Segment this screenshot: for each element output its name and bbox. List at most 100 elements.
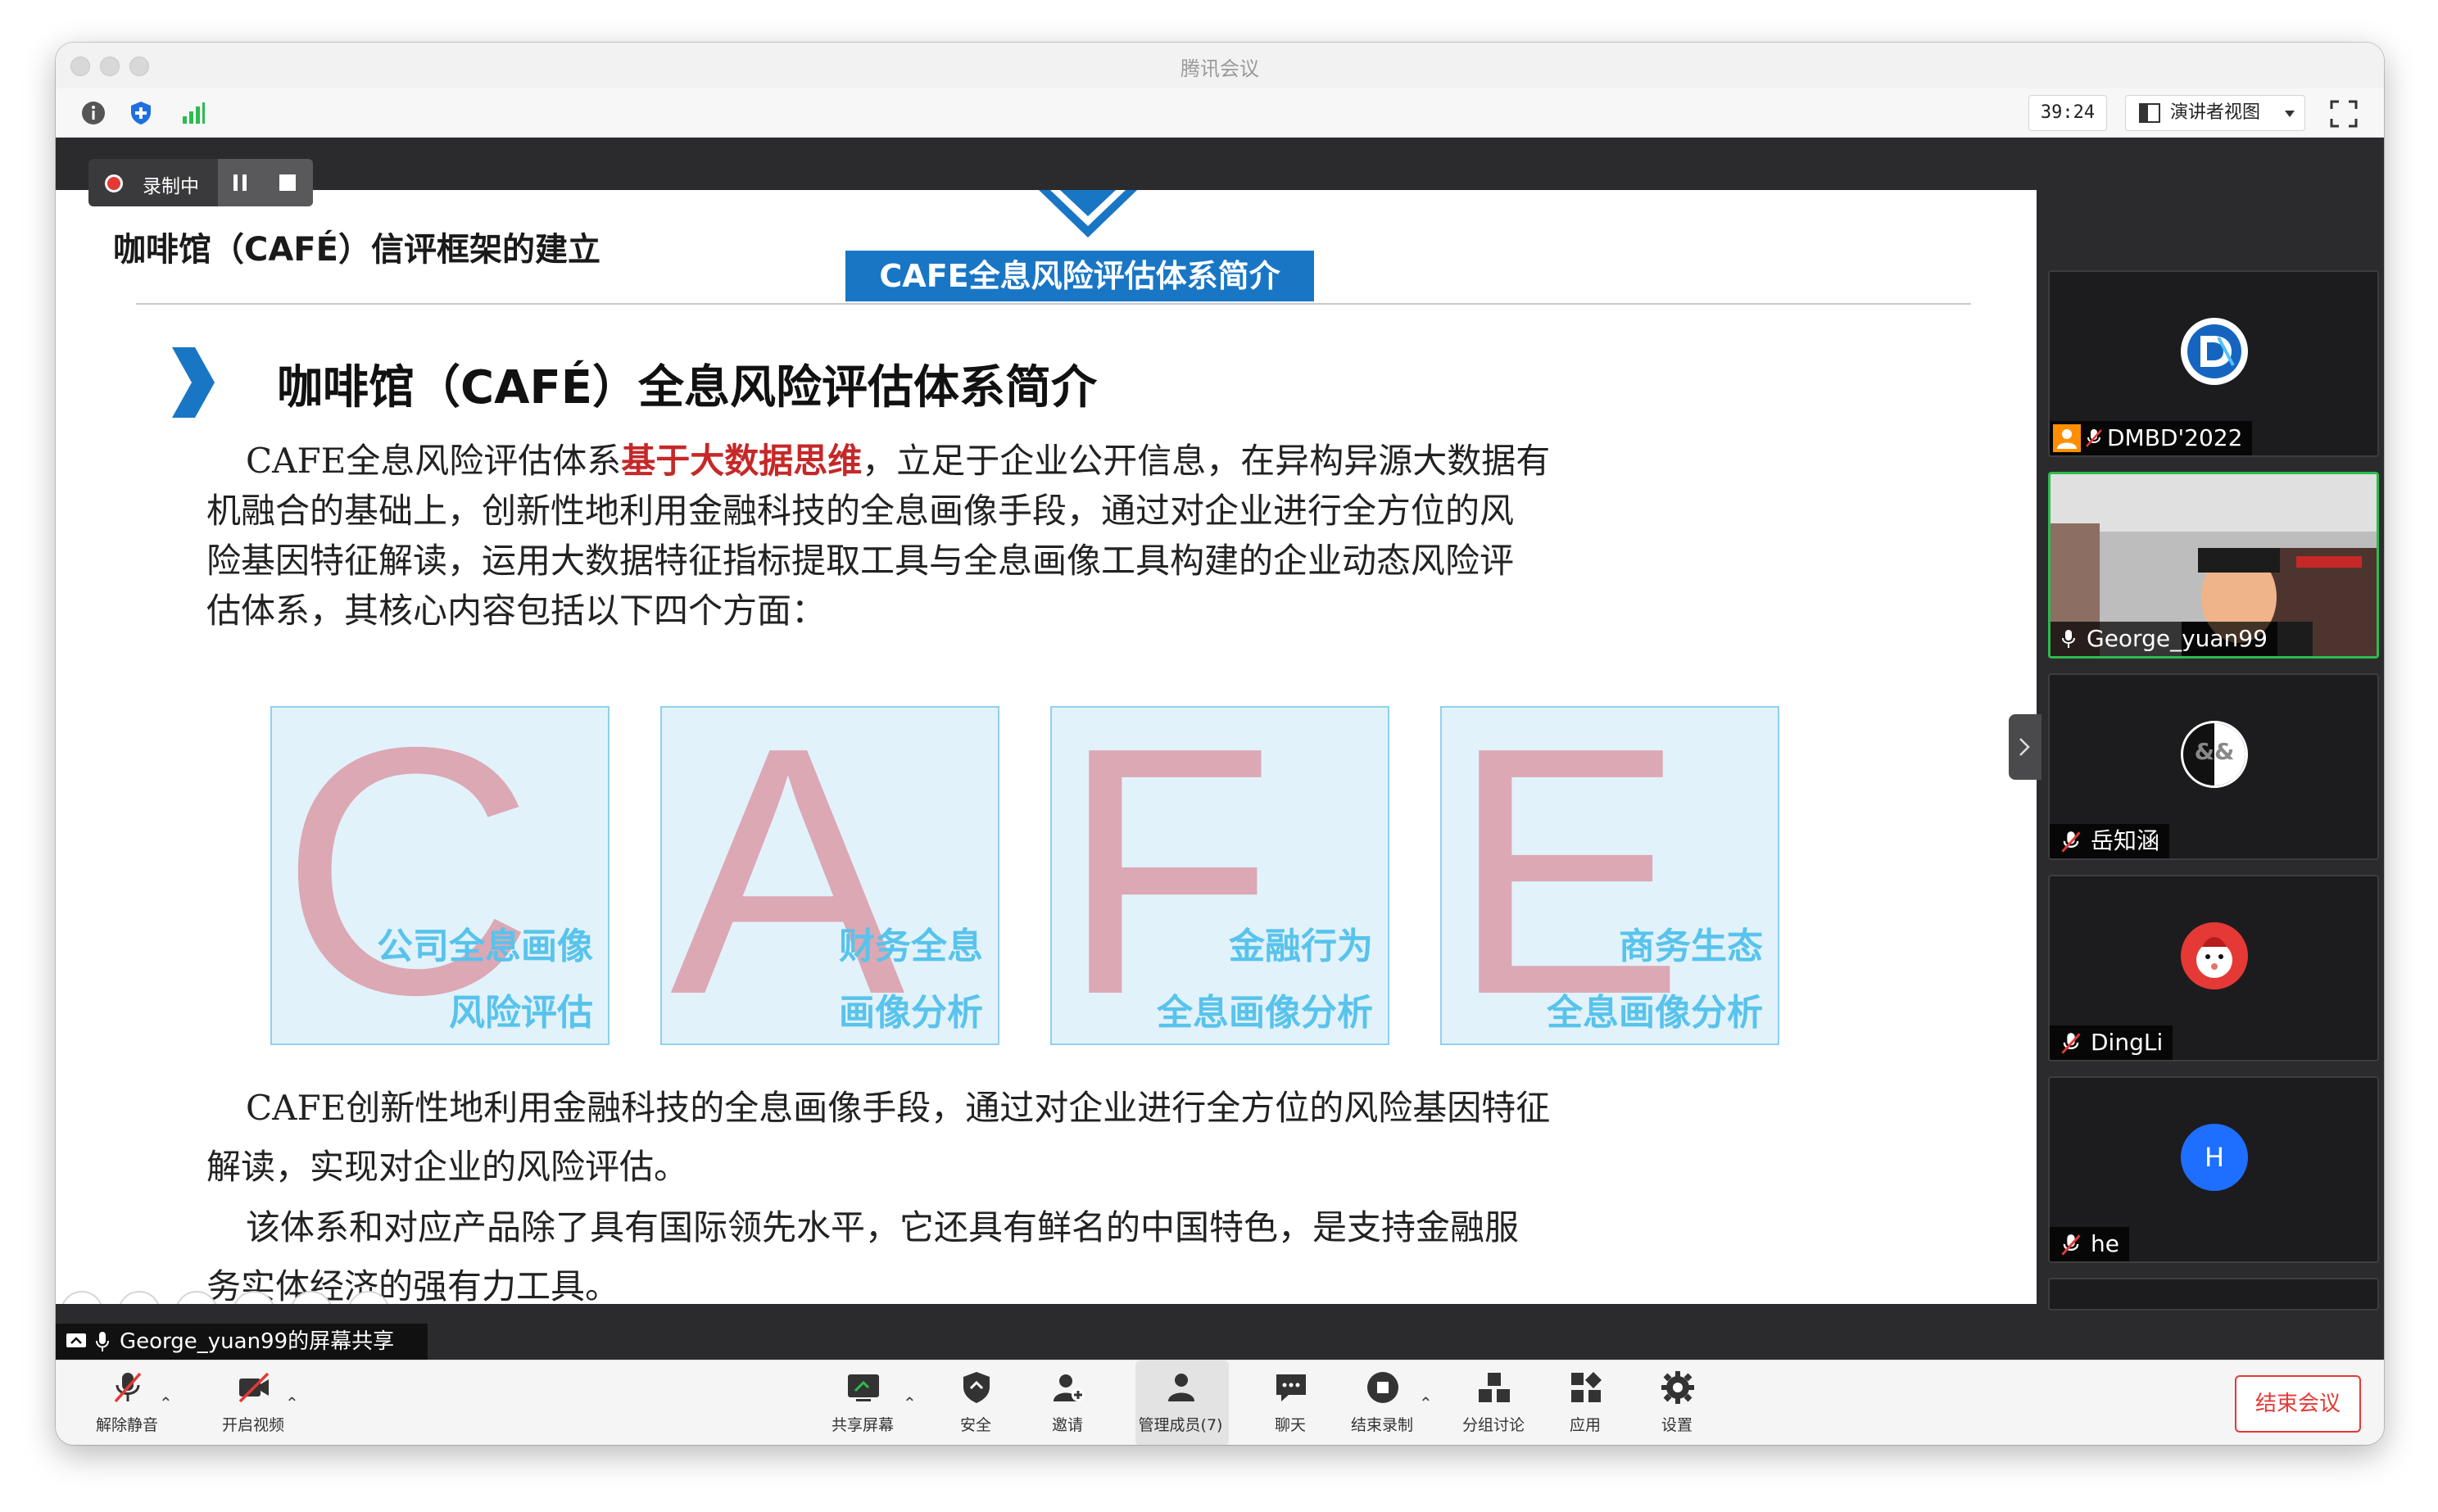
chevron-down-icon [2285,111,2295,117]
mic-muted-icon [2061,831,2081,853]
button-label: 结束录制 [1350,1416,1413,1434]
end-meeting-button[interactable]: 结束会议 [2235,1375,2361,1433]
paragraph-line: 解读，实现对企业的风险评估。 [206,1147,689,1187]
participant-tile[interactable]: DMBD'2022 [2048,270,2379,457]
participant-tile[interactable] [2048,1278,2379,1311]
mic-muted-icon [2061,1033,2081,1054]
mic-muted-icon [2086,429,2102,447]
next-slide-button[interactable] [118,1291,161,1304]
cafe-card-a: A 财务全息 画像分析 [660,706,999,1045]
chat-icon [1276,1374,1306,1401]
participant-tile[interactable]: && 岳知涵 [2048,673,2379,860]
recording-label: 录制中 [143,176,199,197]
slide-heading: 咖啡馆（CAFÉ）全息风险评估体系简介 [277,361,1097,414]
dmbd-logo-icon [2187,324,2241,378]
participant-name-tag: George_yuan99 [2051,622,2277,656]
participant-panel: DMBD'2022 George_yuan99 && 岳知涵 DingLi H … [2037,138,2384,1360]
button-label: 开启视频 [221,1416,284,1434]
stop-recording-icon[interactable] [279,174,297,192]
record-options-caret[interactable]: ⌃ [1419,1393,1433,1413]
video-options-caret[interactable]: ⌃ [285,1393,299,1413]
collapse-panel-button[interactable] [2009,714,2041,780]
members-icon [1168,1374,1194,1401]
slides-icon [245,1303,265,1304]
screen-share-icon [66,1333,86,1347]
recording-controls [218,159,313,206]
card-line2: 风险评估 [449,992,593,1034]
arrow-left-icon [84,1303,86,1304]
participant-name: 岳知涵 [2091,827,2160,854]
mic-muted-icon [114,1372,142,1403]
participant-name: DingLi [2091,1029,2164,1056]
paragraph-line: CAFE创新性地利用金融科技的全息画像手段，通过对企业进行全方位的风险基因特征 [246,1088,1551,1128]
recording-indicator: 录制中 [88,159,313,206]
mic-muted-icon [2061,1234,2081,1256]
meeting-timer: 39:24 [2028,95,2107,131]
participant-tile[interactable]: H he [2048,1076,2379,1263]
pause-recording-icon[interactable] [231,174,249,192]
button-label: 设置 [1661,1416,1693,1434]
fullscreen-icon[interactable] [2330,100,2358,128]
share-badge-label: George_yuan99的屏幕共享 [120,1329,395,1354]
record-dot-icon [105,174,123,192]
text-span: CAFE全息风险评估体系 [246,441,622,481]
view-mode-label: 演讲者视图 [2170,102,2261,123]
view-mode-dropdown[interactable]: 演讲者视图 [2125,95,2305,131]
app-title: 腾讯会议 [1180,57,1259,80]
divider [136,303,1971,305]
prev-slide-button[interactable] [61,1291,103,1304]
search-icon [308,1303,313,1304]
add-user-icon [1054,1374,1085,1401]
gear-icon [1661,1371,1694,1404]
camera-off-icon [238,1372,270,1403]
arrow-right-icon [137,1303,138,1304]
shield-icon[interactable] [128,100,154,126]
card-line1: 商务生态 [1619,926,1763,967]
down-arrow-icon [1039,190,1137,238]
stop-recording-button[interactable]: 结束录制 [1337,1360,1427,1445]
card-line2: 画像分析 [839,992,983,1034]
button-label: 管理成员(7) [1138,1416,1223,1434]
chevron-right-icon [172,347,215,418]
santa-avatar-icon [2196,937,2232,978]
card-line1: 财务全息 [839,926,983,967]
avatar [2181,922,2248,989]
apps-icon [1571,1372,1602,1402]
slide-title: 咖啡馆（CAFÉ）信评框架的建立 [113,231,600,269]
participant-name-tag: 岳知涵 [2050,824,2170,858]
info-icon[interactable] [80,100,106,126]
participant-name-tag: DMBD'2022 [2050,421,2253,455]
paragraph-line: CAFE全息风险评估体系基于大数据思维，立足于企业公开信息，在异构异源大数据有 [246,436,1550,486]
paragraph-line: 该体系和对应产品除了具有国际领先水平，它还具有鲜名的中国特色，是支持金融服 [246,1207,1520,1247]
text-span: ，立足于企业公开信息，在异构异源大数据有 [862,441,1551,481]
participant-name: George_yuan99 [2087,625,2268,652]
cafe-card-c: C 公司全息画像 风险评估 [270,706,610,1045]
participant-name-tag: he [2050,1227,2129,1261]
share-screen-button[interactable]: 共享屏幕 [818,1360,908,1445]
participant-tile[interactable]: DingLi [2048,875,2379,1062]
microphone-icon [96,1332,109,1351]
stop-record-icon [1367,1372,1398,1403]
manage-members-button[interactable]: 管理成员(7) [1135,1360,1229,1445]
chevron-right-icon [2019,738,2030,756]
invite-button[interactable]: 邀请 [1022,1360,1113,1445]
signal-strength-icon[interactable] [180,100,206,126]
audio-options-caret[interactable]: ⌃ [159,1393,173,1413]
share-options-caret[interactable]: ⌃ [903,1393,917,1413]
card-line2: 全息画像分析 [1547,992,1763,1034]
avatar-text: && [2194,738,2235,765]
microphone-icon [2062,630,2075,648]
button-label: 邀请 [1051,1416,1083,1434]
avatar [2181,318,2248,385]
meeting-controls-bar: 解除静音 ⌃ 开启视频 ⌃ 共享屏幕 ⌃ 安全 邀请 管理成员(7) 聊天 结束… [56,1360,2384,1445]
paragraph-line: 机融合的基础上，创新性地利用金融科技的全息画像手段，通过对企业进行全方位的风 [206,491,1515,531]
card-line1: 金融行为 [1229,926,1373,967]
avatar: && [2181,721,2248,788]
title-bar: 腾讯会议 [56,43,2384,88]
presentation-slide: 咖啡馆（CAFÉ）信评框架的建立 CAFE全息风险评估体系简介 咖啡馆（CAFÉ… [56,190,2037,1304]
breakout-icon [1479,1373,1510,1402]
cafe-card-f: F 金融行为 全息画像分析 [1050,706,1389,1045]
settings-button[interactable]: 设置 [1632,1360,1722,1445]
button-label: 共享屏幕 [831,1416,894,1434]
participant-tile-speaking[interactable]: George_yuan99 [2048,472,2379,659]
